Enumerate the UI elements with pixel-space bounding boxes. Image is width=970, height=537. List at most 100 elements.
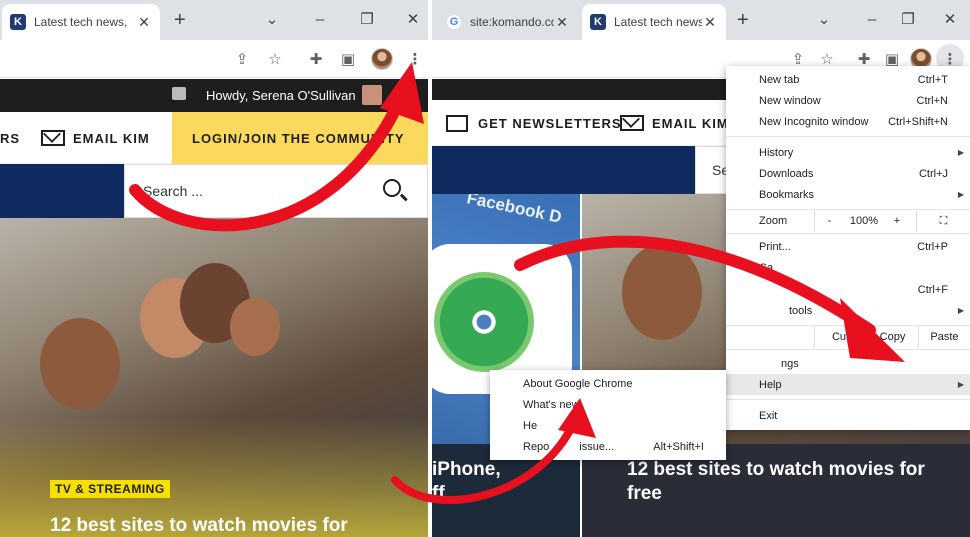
- menu-label: Print...: [759, 240, 791, 253]
- menu-about-chrome[interactable]: About Google Chrome: [490, 373, 726, 394]
- nav-get-newsletters[interactable]: GET NEWSLETTERS: [446, 100, 622, 146]
- tab-search-icon[interactable]: ⌄: [814, 10, 834, 30]
- menu-label: He: [523, 419, 538, 432]
- site-nav: RS EMAIL KIM LOGIN/JOIN THE COMMUNITY: [0, 112, 428, 164]
- menu-label: History: [759, 146, 794, 159]
- submenu-arrow-icon: ▶: [957, 190, 964, 199]
- menu-label: New tab: [759, 73, 800, 86]
- restore-icon[interactable]: ❐: [898, 10, 918, 30]
- minimize-icon[interactable]: –: [310, 10, 330, 30]
- paste-button[interactable]: Paste: [918, 326, 970, 348]
- card-headline-left[interactable]: iPhone, ff: [432, 458, 580, 506]
- menu-history[interactable]: History ▶: [726, 142, 970, 163]
- close-window-icon[interactable]: ✕: [940, 10, 960, 30]
- tab-komando[interactable]: K Latest tech news, ✕: [2, 4, 160, 40]
- nav-newsletters-label: GET NEWSLETTERS: [478, 115, 622, 131]
- left-screenshot: K Latest tech news, ✕ + ⌄ – ❐ ✕ ⇪ ☆ ✚ ▣ …: [0, 0, 428, 537]
- menu-report-issue[interactable]: Repo issue... Alt+Shift+I: [490, 436, 726, 457]
- star-icon[interactable]: ☆: [265, 50, 285, 70]
- sidepanel-icon[interactable]: ▣: [338, 50, 358, 70]
- new-tab-icon[interactable]: +: [737, 10, 749, 30]
- close-tab-icon[interactable]: ✕: [136, 14, 152, 31]
- menu-label-tail: issue...: [579, 440, 615, 453]
- article-headline[interactable]: 12 best sites to watch movies for: [50, 514, 420, 537]
- tab-search-icon[interactable]: ⌄: [262, 10, 282, 30]
- tab-strip: G site:komando.com ✕ K Latest tech news,…: [432, 0, 970, 40]
- menu-shortcut: Ctrl+F: [917, 283, 948, 296]
- submenu-arrow-icon: ▶: [957, 306, 964, 315]
- greeting-bar: Howdy, Serena O'Sullivan: [0, 79, 428, 112]
- menu-downloads[interactable]: Downloads Ctrl+J: [726, 163, 970, 184]
- komando-favicon: K: [10, 14, 26, 30]
- menu-help-center[interactable]: He: [490, 415, 726, 436]
- copy-button[interactable]: Copy: [866, 326, 918, 348]
- nav-partial-item[interactable]: RS: [0, 112, 20, 164]
- chat-icon[interactable]: [172, 87, 186, 100]
- search-input[interactable]: Search ...: [124, 164, 428, 218]
- submenu-arrow-icon: ▶: [957, 380, 964, 389]
- zoom-value: 100%: [849, 215, 879, 227]
- card-headline-right[interactable]: 12 best sites to watch movies for free: [627, 458, 947, 506]
- menu-whats-new[interactable]: What's new: [490, 394, 726, 415]
- menu-shortcut: Ctrl+J: [918, 167, 948, 180]
- search-icon[interactable]: [383, 179, 401, 197]
- close-window-icon[interactable]: ✕: [403, 10, 423, 30]
- hero-image[interactable]: TV & STREAMING 12 best sites to watch mo…: [0, 218, 428, 537]
- tab-komando[interactable]: K Latest tech news, ✕: [582, 4, 726, 40]
- envelope-icon: [41, 130, 65, 146]
- zoom-in-button[interactable]: +: [884, 210, 910, 232]
- restore-icon[interactable]: ❐: [357, 10, 377, 30]
- menu-separator: [726, 399, 970, 400]
- category-tag[interactable]: TV & STREAMING: [50, 480, 170, 498]
- menu-new-incognito[interactable]: New Incognito window Ctrl+Shift+N: [726, 111, 970, 132]
- menu-label: About Google Chrome: [523, 377, 633, 390]
- tab-title: Latest tech news,: [614, 15, 702, 29]
- girl-face: [622, 244, 702, 340]
- login-button[interactable]: LOGIN/JOIN THE COMMUNITY: [172, 112, 428, 164]
- fullscreen-icon[interactable]: ⛶: [916, 210, 970, 232]
- cut-button[interactable]: Cut: [814, 326, 866, 348]
- zoom-label: Zoom: [759, 215, 788, 227]
- menu-label: Help: [759, 378, 782, 391]
- menu-separator: [726, 233, 970, 234]
- menu-shortcut: Ctrl+Shift+N: [888, 115, 948, 128]
- menu-more-tools[interactable]: tools ▶: [726, 300, 970, 321]
- menu-cast[interactable]: Ca: [726, 257, 970, 278]
- menu-new-window[interactable]: New window Ctrl+N: [726, 90, 970, 111]
- new-tab-icon[interactable]: +: [174, 10, 186, 30]
- menu-shortcut: Ctrl+T: [917, 73, 948, 86]
- tab-google-search[interactable]: G site:komando.com ✕: [438, 4, 578, 40]
- nav-email-label: EMAIL KIM: [73, 130, 150, 146]
- menu-settings[interactable]: ngs: [726, 353, 970, 374]
- menu-print[interactable]: Print... Ctrl+P: [726, 236, 970, 257]
- close-tab-icon[interactable]: ✕: [702, 14, 718, 31]
- menu-bookmarks[interactable]: Bookmarks ▶: [726, 184, 970, 205]
- search-placeholder: Search ...: [143, 183, 203, 199]
- komando-favicon: K: [590, 14, 606, 30]
- menu-shortcut: Alt+Shift+I: [653, 440, 704, 453]
- nav-email-kim[interactable]: EMAIL KIM: [620, 100, 729, 146]
- profile-avatar[interactable]: [371, 48, 393, 70]
- share-icon[interactable]: ⇪: [232, 50, 252, 70]
- find-my-card-image[interactable]: Facebook D Find M iPhone, ff: [432, 194, 580, 537]
- right-screenshot: G site:komando.com ✕ K Latest tech news,…: [432, 0, 970, 537]
- menu-exit[interactable]: Exit: [726, 405, 970, 426]
- menu-edit-row: Cut Copy Paste: [726, 326, 970, 348]
- tab-strip: K Latest tech news, ✕ + ⌄ – ❐ ✕: [0, 0, 428, 40]
- close-tab-icon[interactable]: ✕: [554, 14, 570, 31]
- user-avatar[interactable]: [362, 85, 382, 105]
- find-my-target-icon: [434, 272, 534, 372]
- extensions-icon[interactable]: ✚: [306, 50, 326, 70]
- zoom-out-button[interactable]: -: [814, 210, 844, 232]
- facebook-overlay-text: Facebook D: [465, 194, 564, 227]
- menu-help[interactable]: Help ▶: [726, 374, 970, 395]
- menu-label: Bookmarks: [759, 188, 815, 201]
- google-favicon: G: [446, 14, 462, 30]
- kebab-menu-icon[interactable]: ⋮: [405, 50, 425, 70]
- help-submenu: About Google Chrome What's new He Repo is…: [490, 370, 726, 460]
- menu-new-tab[interactable]: New tab Ctrl+T: [726, 69, 970, 90]
- menu-find[interactable]: Ctrl+F: [726, 279, 970, 300]
- nav-email-kim[interactable]: EMAIL KIM: [41, 112, 150, 164]
- menu-separator: [726, 349, 970, 350]
- minimize-icon[interactable]: –: [862, 10, 882, 30]
